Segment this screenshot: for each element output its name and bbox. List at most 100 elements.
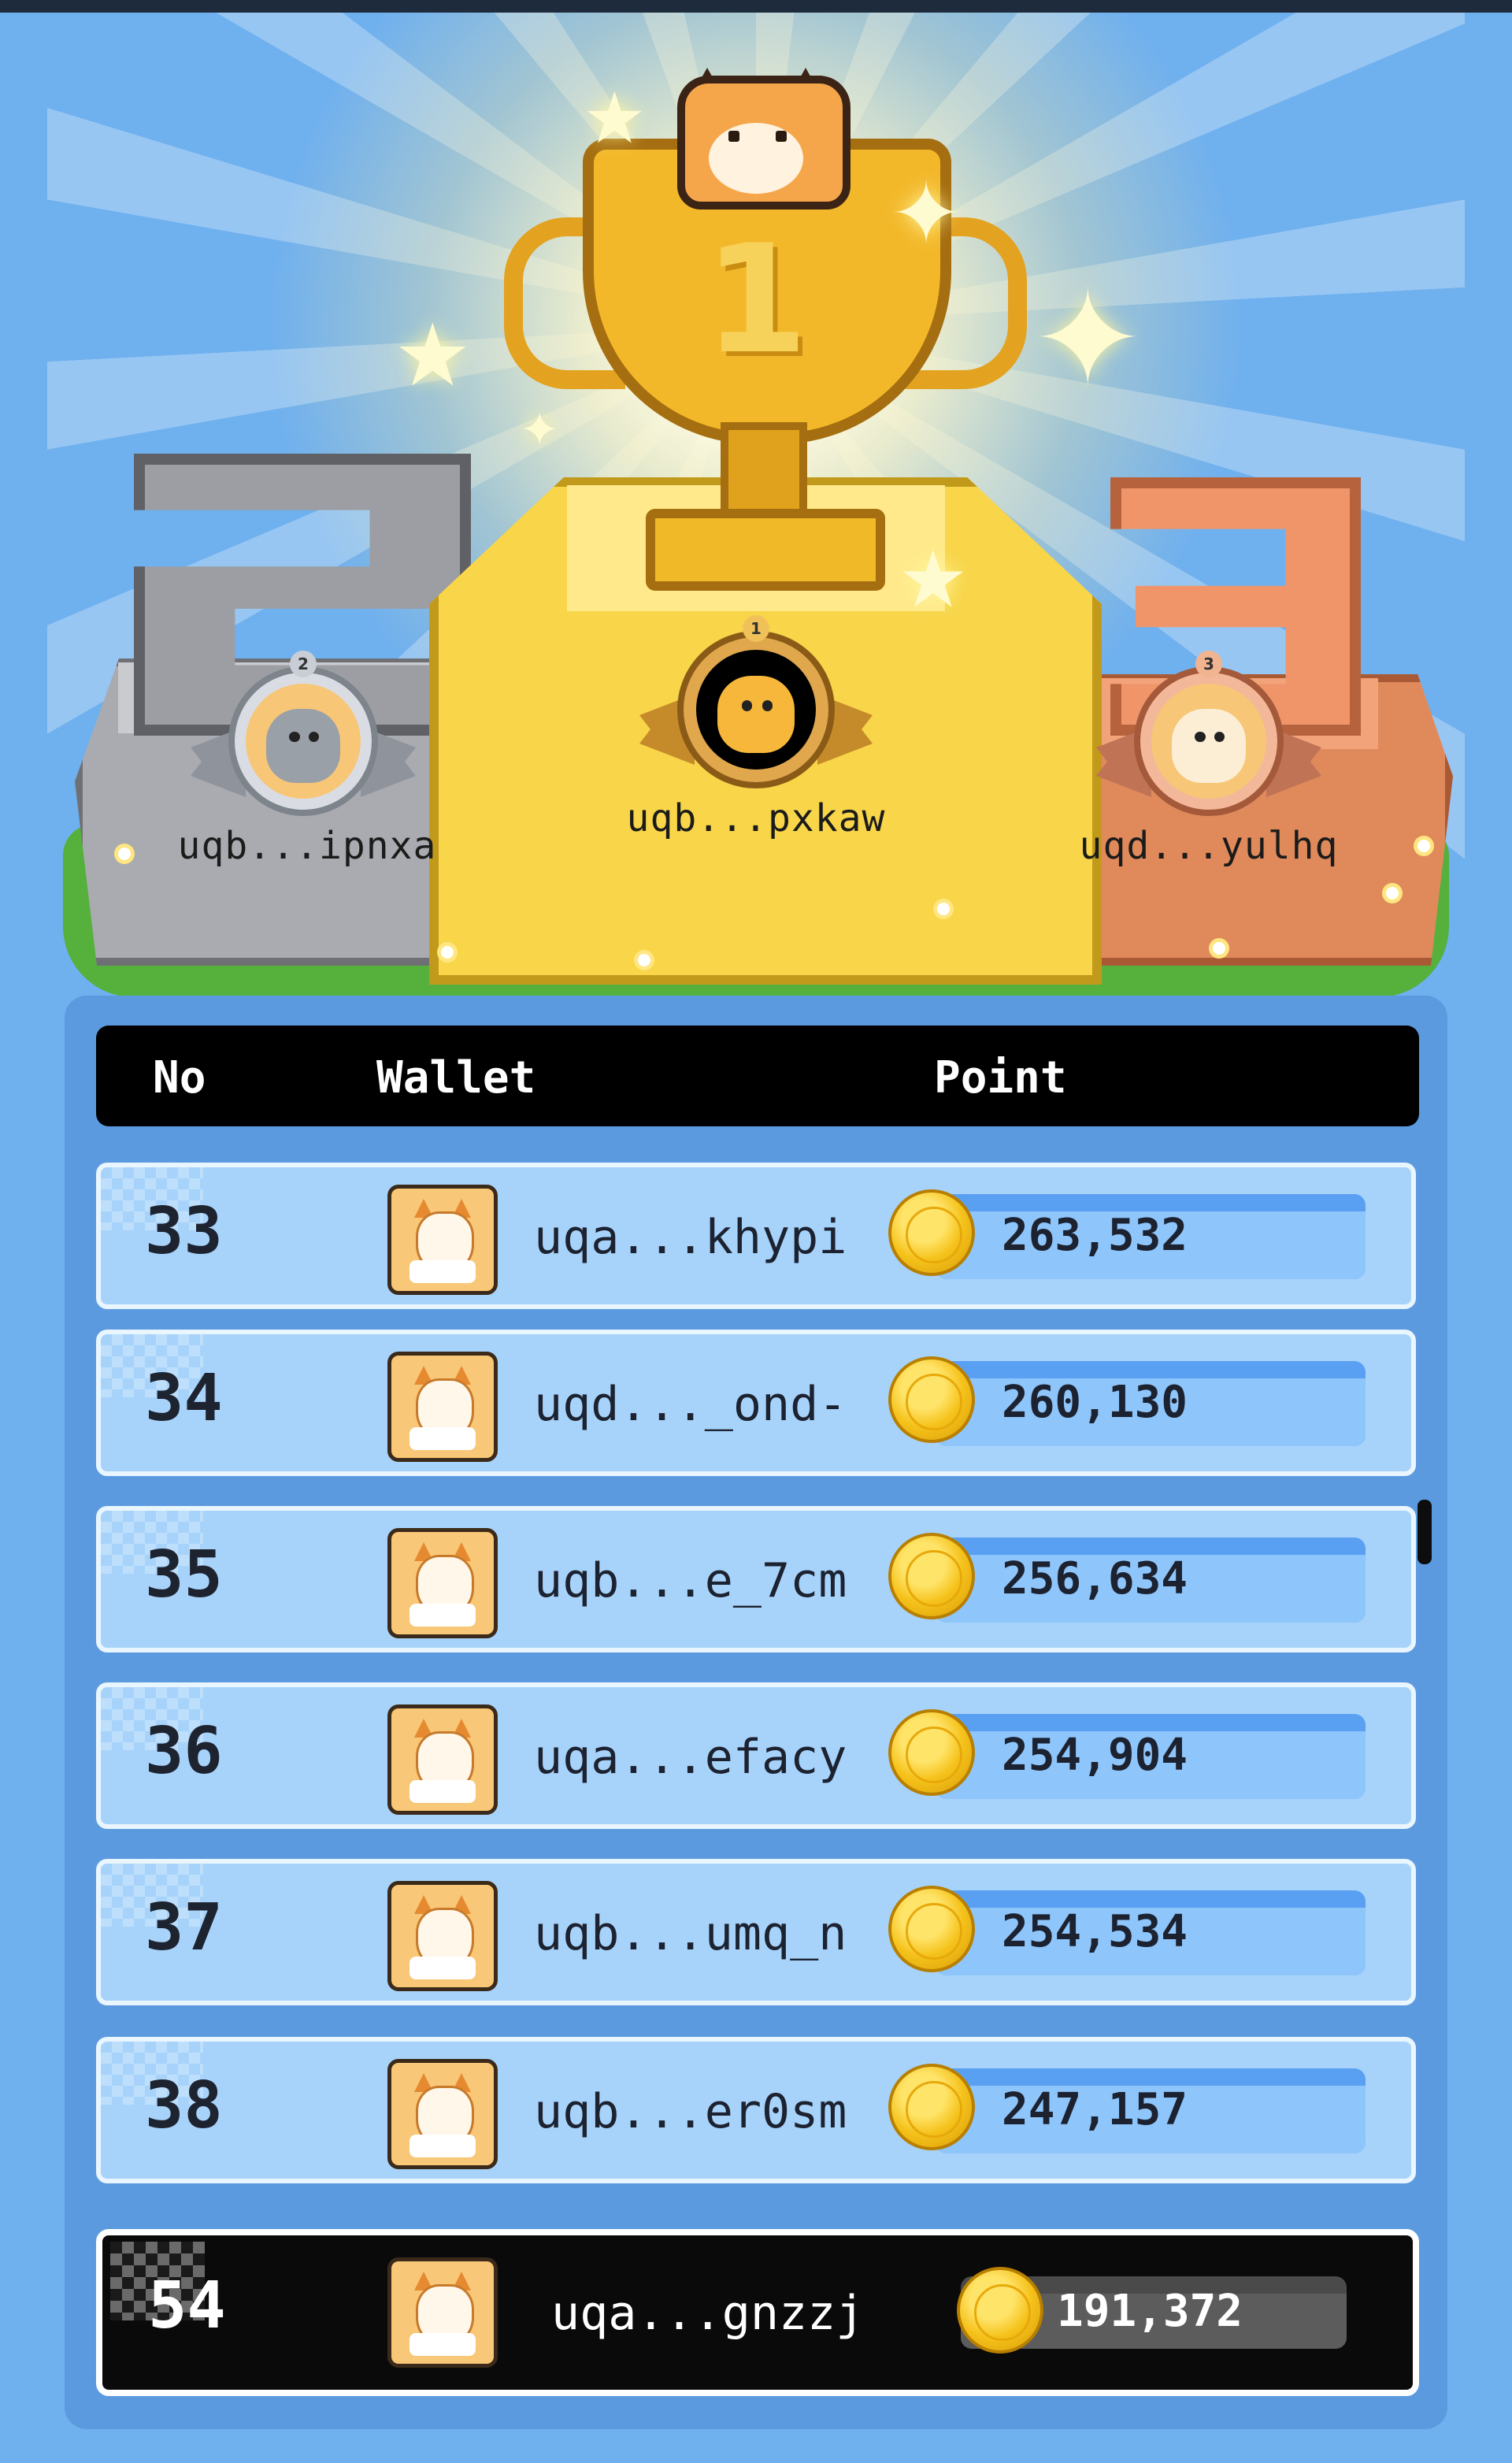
leaderboard-row[interactable]: 35 uqb...e_7cm 256,634	[96, 1506, 1416, 1653]
row-wallet: uqb...umq_n	[534, 1906, 847, 1961]
podium-third-wallet: uqd...yulhq	[1079, 824, 1339, 868]
row-wallet: uqb...e_7cm	[534, 1553, 847, 1608]
trophy-number-one-icon: 1	[703, 213, 809, 387]
row-rank: 36	[145, 1714, 223, 1789]
shiba-avatar-icon	[387, 2059, 498, 2169]
podium-first-wallet: uqb...pxkaw	[626, 796, 886, 840]
medal-pet-portrait	[696, 650, 816, 770]
current-user-rank: 54	[148, 2268, 226, 2343]
avatar-body	[410, 2333, 476, 2356]
row-points: 263,532	[1002, 1210, 1188, 1261]
medal-third-icon: 3	[1096, 651, 1321, 816]
row-rank: 35	[145, 1538, 223, 1612]
pet-eye-icon	[289, 732, 300, 743]
shiba-avatar-icon	[387, 1528, 498, 1638]
coin-icon	[957, 2267, 1043, 2354]
top-status-line	[0, 0, 1512, 13]
flower-icon	[1386, 887, 1399, 900]
coin-inner	[906, 1374, 962, 1430]
podium-scene: 1 ★ ★ ✦ ★ ✦ ✦ 2 1 3 uqb...ipnxa uqb...px…	[0, 13, 1512, 997]
row-points: 260,130	[1002, 1377, 1188, 1428]
row-rank: 37	[145, 1890, 223, 1965]
row-points: 254,904	[1002, 1730, 1188, 1781]
sparkle-star-icon: ★	[583, 77, 647, 160]
current-user-row[interactable]: 54 uqa...gnzzj 191,372	[96, 2229, 1419, 2396]
leaderboard-row[interactable]: 33 uqa...khypi 263,532	[96, 1163, 1416, 1309]
coin-inner	[974, 2284, 1031, 2341]
flower-icon	[638, 954, 650, 966]
leaderboard-row[interactable]: 37 uqb...umq_n 254,534	[96, 1859, 1416, 2005]
coin-icon	[888, 1189, 975, 1276]
column-header-point: Point	[934, 1052, 1067, 1104]
coin-inner	[906, 1727, 962, 1783]
current-user-points: 191,372	[1057, 2286, 1243, 2337]
medal-rank-number: 3	[1195, 651, 1222, 677]
shiba-eye-right	[776, 131, 787, 142]
row-rank: 33	[145, 1194, 223, 1269]
sparkle-star-icon: ✦	[890, 163, 963, 264]
medal-rank-number: 2	[290, 651, 317, 677]
coin-inner	[906, 2081, 962, 2138]
coin-inner	[906, 1207, 962, 1263]
shiba-avatar-icon	[387, 2257, 498, 2368]
flower-icon	[937, 903, 950, 915]
podium-second-wallet: uqb...ipnxa	[177, 824, 437, 868]
leaderboard-header	[96, 1026, 1419, 1126]
row-points: 247,157	[1002, 2084, 1188, 2135]
scrollbar-thumb[interactable]	[1418, 1500, 1432, 1564]
flower-icon	[441, 946, 454, 959]
row-points: 256,634	[1002, 1553, 1188, 1604]
flower-icon	[1418, 840, 1430, 852]
pet-eye-icon	[741, 699, 753, 711]
avatar-body	[410, 1604, 476, 1627]
current-user-wallet: uqa...gnzzj	[551, 2286, 865, 2341]
row-wallet: uqa...efacy	[534, 1730, 847, 1785]
fluffy-dog-pet-icon	[1172, 709, 1246, 783]
sparkle-star-icon: ★	[394, 305, 472, 406]
flower-icon	[1213, 942, 1225, 955]
sparkle-star-icon: ✦	[1032, 262, 1144, 417]
row-wallet: uqd..._ond-	[534, 1377, 847, 1432]
row-points: 254,534	[1002, 1906, 1188, 1957]
coin-icon	[888, 1709, 975, 1796]
row-rank: 34	[145, 1361, 223, 1436]
shiba-avatar-icon	[387, 1185, 498, 1295]
avatar-body	[410, 1957, 476, 1979]
pet-eye-icon	[762, 699, 773, 711]
shiba-avatar-icon	[387, 1352, 498, 1462]
avatar-body	[410, 1780, 476, 1803]
coin-icon	[888, 1533, 975, 1619]
coin-icon	[888, 1886, 975, 1972]
flower-icon	[118, 848, 131, 860]
row-wallet: uqa...khypi	[534, 1210, 847, 1265]
medal-pet-portrait	[246, 684, 361, 799]
medal-rank-number: 1	[743, 615, 769, 642]
coin-inner	[906, 1550, 962, 1607]
medal-second-icon: 2	[191, 651, 416, 816]
avatar-body	[410, 1260, 476, 1283]
shiba-eye-left	[728, 131, 739, 142]
husky-pet-icon	[266, 709, 340, 783]
leaderboard-row[interactable]: 36 uqa...efacy 254,904	[96, 1682, 1416, 1829]
medal-first-icon: 1	[639, 615, 873, 788]
avatar-body	[410, 2135, 476, 2157]
coin-icon	[888, 2064, 975, 2150]
shiba-pet-icon	[717, 676, 795, 753]
row-rank: 38	[145, 2068, 223, 2143]
sparkle-star-icon: ★	[898, 533, 969, 625]
leaderboard-row[interactable]: 34 uqd..._ond- 260,130	[96, 1330, 1416, 1476]
medal-pet-portrait	[1151, 684, 1266, 799]
column-header-no: No	[153, 1052, 206, 1104]
column-header-wallet: Wallet	[376, 1052, 536, 1104]
sparkle-star-icon: ✦	[520, 402, 560, 458]
pet-eye-icon	[1195, 732, 1206, 743]
shiba-face	[709, 123, 803, 194]
shiba-avatar-icon	[387, 1881, 498, 1991]
coin-icon	[888, 1356, 975, 1443]
shiba-avatar-icon	[387, 1704, 498, 1815]
trophy-base	[646, 509, 885, 591]
leaderboard-row[interactable]: 38 uqb...er0sm 247,157	[96, 2037, 1416, 2183]
row-wallet: uqb...er0sm	[534, 2084, 847, 2139]
coin-inner	[906, 1903, 962, 1960]
avatar-body	[410, 1427, 476, 1450]
